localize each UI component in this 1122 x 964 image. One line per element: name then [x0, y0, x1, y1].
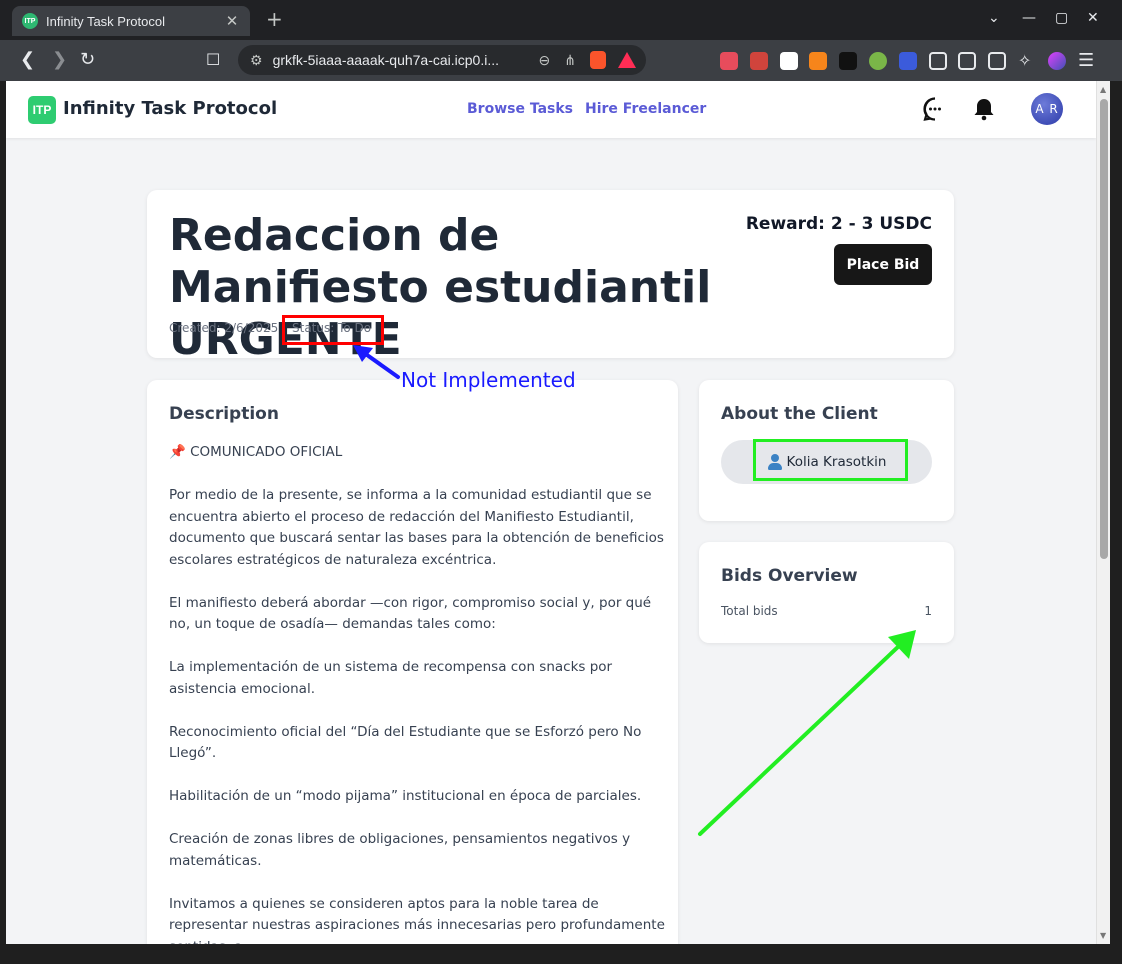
bids-overview-card: Bids Overview Total bids 1 — [699, 542, 954, 643]
address-bar[interactable]: ⚙ grkfk-5iaaa-aaaak-quh7a-cai.icp0.i... … — [238, 45, 646, 75]
nav-browse-tasks[interactable]: Browse Tasks — [467, 101, 573, 117]
task-header-card: Redaccion de Manifiesto estudiantil URGE… — [147, 190, 954, 365]
zoom-icon[interactable]: ⊖ — [539, 52, 551, 69]
description-paragraph: 📌 COMUNICADO OFICIAL — [169, 444, 343, 460]
extension-icon-2[interactable] — [750, 52, 768, 70]
description-paragraph: El manifiesto deberá abordar —con rigor,… — [169, 594, 652, 633]
share-icon[interactable]: ⋔ — [564, 52, 576, 69]
extension-icon-1[interactable] — [720, 52, 738, 70]
back-icon[interactable]: ❮ — [20, 50, 35, 70]
leo-ai-icon[interactable]: ✧ — [1018, 52, 1036, 70]
description-paragraph: Habilitación de un “modo pijama” institu… — [169, 788, 642, 804]
bookmark-icon[interactable]: ☐ — [206, 50, 220, 70]
task-title: Redaccion de Manifiesto estudiantil URGE… — [169, 210, 712, 365]
bids-overview-heading: Bids Overview — [721, 566, 858, 586]
annotation-label: Not Implemented — [401, 368, 576, 392]
person-icon — [767, 454, 783, 470]
nav-hire-freelancer[interactable]: Hire Freelancer — [585, 101, 706, 117]
extensions-icon[interactable] — [929, 52, 947, 70]
description-paragraph: La implementación de un sistema de recom… — [169, 659, 613, 697]
client-name[interactable]: Kolia Krasotkin — [787, 454, 887, 470]
total-bids-value: 1 — [924, 604, 932, 618]
description-paragraph: Creación de zonas libres de obligaciones… — [169, 831, 631, 869]
meta-separator: · — [281, 321, 285, 335]
notification-bell-icon[interactable] — [971, 96, 997, 122]
url-text[interactable]: grkfk-5iaaa-aaaak-quh7a-cai.icp0.i... — [273, 52, 539, 68]
logo-badge[interactable]: ITP — [28, 96, 56, 124]
about-client-heading: About the Client — [721, 404, 878, 424]
browser-tab-bar: ITP Infinity Task Protocol ✕ + ⌄ — ▢ ✕ — [0, 0, 1122, 40]
wallet-icon[interactable] — [988, 52, 1006, 70]
tab-close-icon[interactable]: ✕ — [224, 12, 240, 30]
description-paragraph: Reconocimiento oficial del “Día del Estu… — [169, 723, 642, 762]
tab-search-icon[interactable]: ⌄ — [988, 10, 1000, 26]
description-paragraph: Invitamos a quienes se consideren aptos … — [169, 895, 665, 945]
brave-rewards-icon[interactable] — [618, 52, 636, 68]
description-heading: Description — [169, 404, 279, 424]
browser-tab[interactable]: ITP Infinity Task Protocol ✕ — [12, 6, 250, 36]
scroll-up-arrow[interactable]: ▲ — [1100, 85, 1106, 94]
messages-icon[interactable] — [922, 96, 948, 122]
close-window-button[interactable]: ✕ — [1087, 10, 1099, 26]
brave-shield-icon[interactable] — [590, 51, 606, 69]
status-badge: Status: To Do — [292, 321, 372, 335]
extension-icon-3[interactable] — [780, 52, 798, 70]
total-bids-row: Total bids 1 — [721, 604, 932, 618]
extension-icon-6[interactable] — [869, 52, 887, 70]
metamask-icon[interactable] — [809, 52, 827, 70]
place-bid-button[interactable]: Place Bid — [834, 244, 932, 285]
total-bids-label: Total bids — [721, 604, 778, 618]
reload-icon[interactable]: ↻ — [80, 50, 95, 70]
forward-icon[interactable]: ❯ — [52, 50, 67, 70]
tab-favicon: ITP — [22, 13, 38, 29]
maximize-button[interactable]: ▢ — [1055, 10, 1068, 26]
reward-amount: Reward: 2 - 3 USDC — [745, 214, 932, 234]
created-date: Created: 2/6/2025 — [169, 321, 279, 335]
user-avatar[interactable]: A R — [1031, 93, 1063, 125]
description-body: 📌 COMUNICADO OFICIAL Por medio de la pre… — [169, 442, 669, 944]
profile-icon[interactable] — [1048, 52, 1066, 70]
extension-icon-x[interactable] — [839, 52, 857, 70]
tab-title: Infinity Task Protocol — [46, 13, 165, 29]
logo-text[interactable]: Infinity Task Protocol — [63, 98, 277, 119]
scroll-thumb[interactable] — [1100, 99, 1108, 559]
page-viewport: ITP Infinity Task Protocol Browse Tasks … — [6, 81, 1096, 944]
site-info-icon[interactable]: ⚙ — [250, 52, 263, 69]
minimize-button[interactable]: — — [1022, 10, 1036, 26]
page-scrollbar[interactable]: ▲ ▼ — [1096, 81, 1110, 944]
sidebar-icon[interactable] — [958, 52, 976, 70]
extension-icon-7[interactable] — [899, 52, 917, 70]
description-paragraph: Por medio de la presente, se informa a l… — [169, 487, 664, 568]
browser-toolbar: ❮ ❯ ↻ ☐ ⚙ grkfk-5iaaa-aaaak-quh7a-cai.ic… — [0, 40, 1122, 81]
about-client-card: About the Client Kolia Krasotkin — [699, 380, 954, 521]
site-header: ITP Infinity Task Protocol Browse Tasks … — [6, 81, 1096, 138]
client-profile-link[interactable]: Kolia Krasotkin — [721, 440, 932, 484]
scroll-down-arrow[interactable]: ▼ — [1100, 931, 1106, 940]
menu-icon[interactable]: ☰ — [1078, 52, 1096, 70]
new-tab-button[interactable]: + — [266, 9, 283, 29]
description-card: Description 📌 COMUNICADO OFICIAL Por med… — [147, 380, 678, 944]
